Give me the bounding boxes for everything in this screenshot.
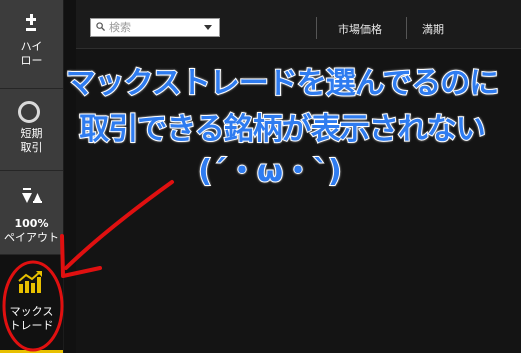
annotation-line-3: (´・ω・`)	[197, 153, 343, 190]
annotation-line-2: 取引できる銘柄が表示されない	[78, 111, 486, 148]
arrow-shaft	[64, 180, 174, 270]
highlight-ellipse	[2, 260, 64, 352]
annotation-line-1: マックストレードを選んでるのに	[65, 65, 501, 102]
